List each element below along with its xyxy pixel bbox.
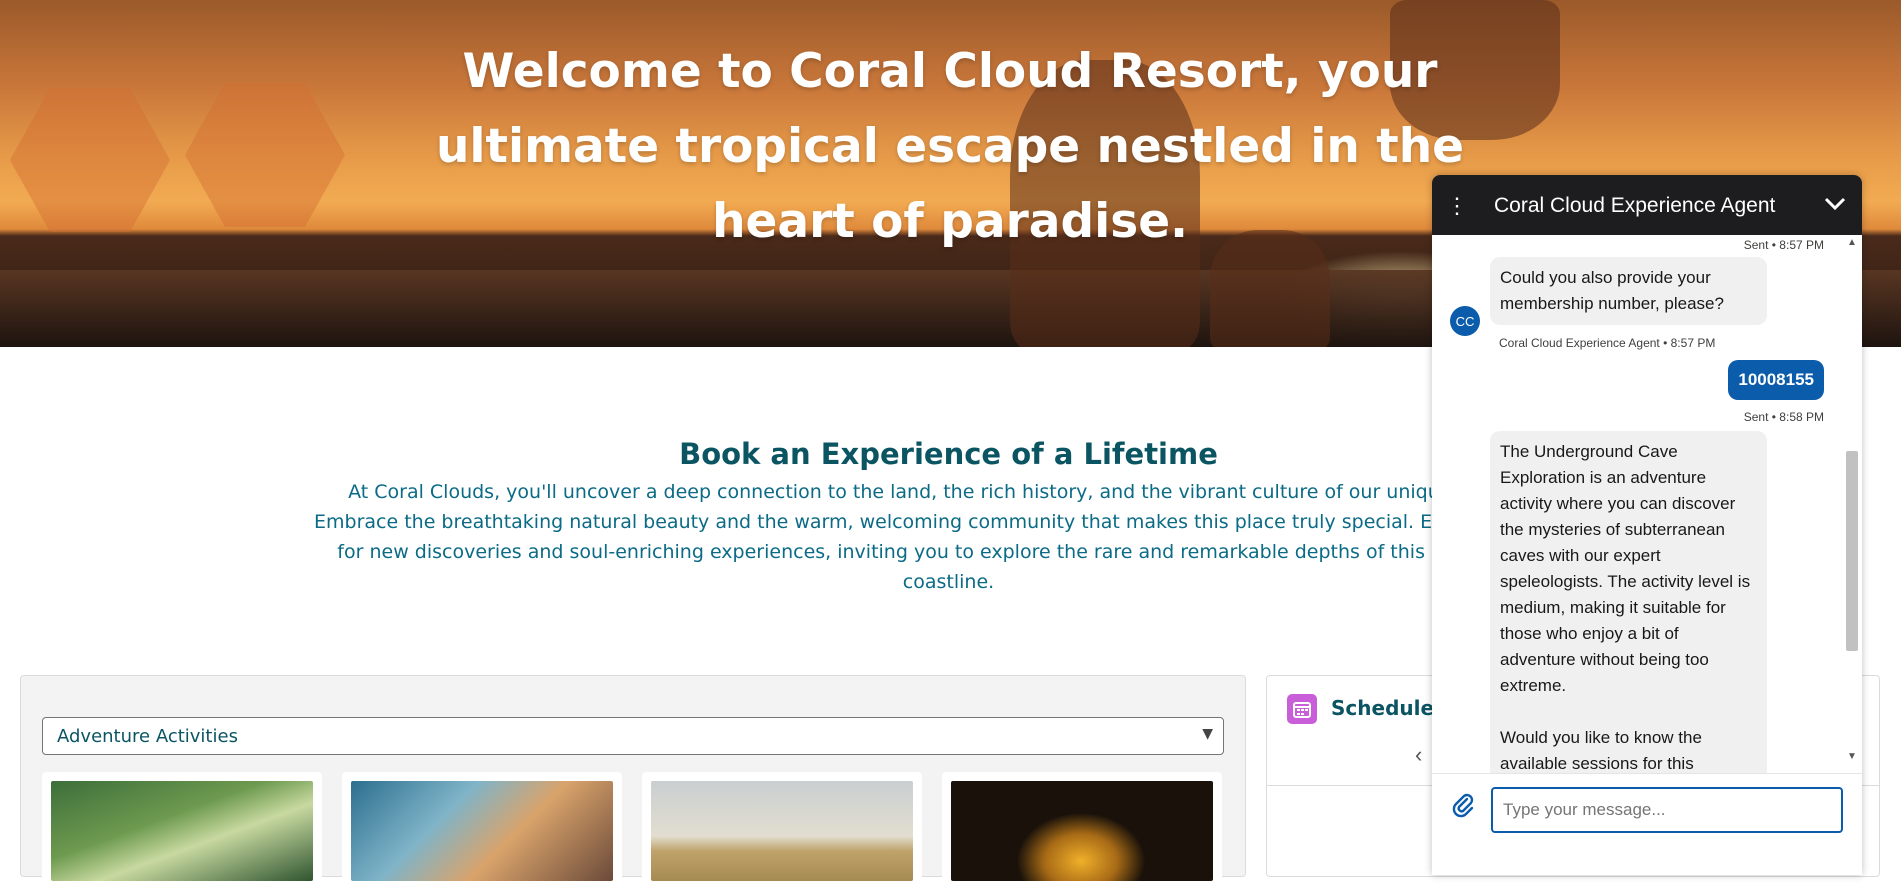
scroll-down-icon[interactable]: ▼ xyxy=(1847,751,1857,762)
agent-message-text: The Underground Cave Exploration is an a… xyxy=(1500,442,1751,695)
scrollbar-thumb[interactable] xyxy=(1846,451,1858,651)
activities-panel: Adventure Activities ▼ xyxy=(20,675,1246,892)
agent-message: The Underground Cave Exploration is an a… xyxy=(1490,431,1767,773)
hero-title: Welcome to Coral Cloud Resort, your ulti… xyxy=(435,44,1465,249)
more-options-icon[interactable]: ⋮ xyxy=(1446,191,1468,221)
chevron-left-icon[interactable]: ‹ xyxy=(1415,742,1422,768)
attachment-icon[interactable] xyxy=(1450,792,1478,820)
schedule-title: Schedule xyxy=(1331,696,1435,720)
activity-card[interactable] xyxy=(342,772,622,892)
user-message: 10008155 xyxy=(1728,360,1824,400)
activity-category-value: Adventure Activities xyxy=(57,726,238,747)
chevron-down-icon: ▼ xyxy=(1202,726,1213,742)
calendar-icon xyxy=(1287,694,1317,724)
cave-photo xyxy=(951,781,1213,881)
agent-avatar: CC xyxy=(1450,306,1480,336)
activity-category-select[interactable]: Adventure Activities ▼ xyxy=(42,717,1224,755)
rock-climbing-photo xyxy=(351,781,613,881)
activity-card[interactable] xyxy=(942,772,1222,892)
message-input[interactable] xyxy=(1491,787,1843,833)
bokeh-decoration xyxy=(185,83,345,227)
message-meta: Sent • 8:58 PM xyxy=(1743,410,1824,424)
message-meta: Coral Cloud Experience Agent • 8:57 PM xyxy=(1499,336,1716,350)
chat-header: ⋮ Coral Cloud Experience Agent xyxy=(1432,175,1862,235)
minimize-chevron-icon[interactable] xyxy=(1820,189,1850,219)
agent-message: Could you also provide your membership n… xyxy=(1490,257,1767,325)
activity-card[interactable] xyxy=(642,772,922,892)
agent-message-text: Would you like to know the available ses… xyxy=(1500,728,1702,773)
chat-scrollbar[interactable]: ▲ ▼ xyxy=(1844,237,1858,765)
chat-widget: ⋮ Coral Cloud Experience Agent Sent • 8:… xyxy=(1432,175,1862,875)
zipline-photo xyxy=(51,781,313,881)
scroll-up-icon[interactable]: ▲ xyxy=(1847,237,1857,248)
chat-footer xyxy=(1432,773,1862,875)
chat-title: Coral Cloud Experience Agent xyxy=(1494,194,1776,217)
safari-jeep-photo xyxy=(651,781,913,881)
chat-transcript: Sent • 8:57 PM CC Could you also provide… xyxy=(1432,235,1862,773)
message-meta: Sent • 8:57 PM xyxy=(1743,238,1824,252)
bokeh-decoration xyxy=(10,88,170,232)
intro-text: At Coral Clouds, you'll uncover a deep c… xyxy=(314,481,1583,593)
activity-card[interactable] xyxy=(42,772,322,892)
